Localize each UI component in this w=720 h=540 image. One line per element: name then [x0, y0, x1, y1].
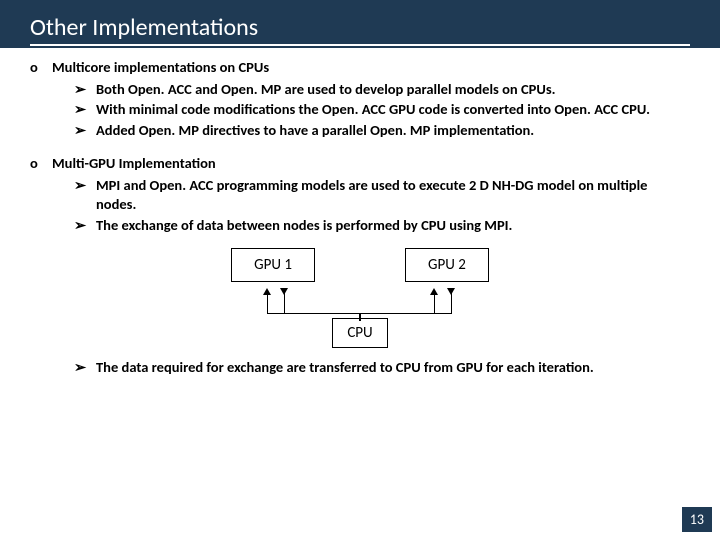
section-heading: Multicore implementations on CPUs [52, 58, 269, 78]
list-item: o Multicore implementations on CPUs [30, 58, 690, 78]
gpu1-box: GPU 1 [231, 248, 315, 282]
connector-line [359, 313, 361, 321]
connector-line [434, 294, 436, 314]
title-bar: Other Implementations [0, 0, 720, 48]
arrow-bullet-icon: ➢ [74, 80, 96, 100]
list-item: ➢ The exchange of data between nodes is … [74, 216, 690, 236]
item-text: With minimal code modifications the Open… [96, 100, 650, 120]
list-item: ➢ The data required for exchange are tra… [74, 358, 690, 378]
diagram-row: GPU 1 GPU 2 [231, 248, 489, 282]
arrow-bullet-icon: ➢ [74, 216, 96, 236]
slide-title: Other Implementations [30, 13, 690, 46]
arrow-bullet-icon: ➢ [74, 100, 96, 120]
connector-line [267, 294, 269, 314]
section-multicore: o Multicore implementations on CPUs ➢ Bo… [30, 58, 690, 140]
item-text: Both Open. ACC and Open. MP are used to … [96, 80, 555, 100]
gpu-cpu-diagram: GPU 1 GPU 2 CPU [30, 248, 690, 349]
item-text: The exchange of data between nodes is pe… [96, 216, 512, 236]
item-text: MPI and Open. ACC programming models are… [96, 176, 690, 215]
section-heading: Multi-GPU Implementation [52, 154, 216, 174]
gpu2-box: GPU 2 [405, 248, 489, 282]
bullet-circle-icon: o [30, 154, 52, 174]
list-item: ➢ With minimal code modifications the Op… [74, 100, 690, 120]
page-number: 13 [682, 507, 712, 532]
connector-line [451, 288, 453, 314]
diagram-connectors [230, 288, 490, 320]
connector-line [284, 288, 286, 314]
arrow-bullet-icon: ➢ [74, 121, 96, 141]
item-text: Added Open. MP directives to have a para… [96, 121, 534, 141]
arrow-bullet-icon: ➢ [74, 358, 96, 378]
list-item: ➢ Added Open. MP directives to have a pa… [74, 121, 690, 141]
arrow-bullet-icon: ➢ [74, 176, 96, 215]
section-multigpu: o Multi-GPU Implementation ➢ MPI and Ope… [30, 154, 690, 377]
item-text: The data required for exchange are trans… [96, 358, 594, 378]
slide-content: o Multicore implementations on CPUs ➢ Bo… [0, 48, 720, 378]
list-item: ➢ MPI and Open. ACC programming models a… [74, 176, 690, 215]
cpu-box: CPU [332, 318, 387, 348]
list-item: o Multi-GPU Implementation [30, 154, 690, 174]
bullet-circle-icon: o [30, 58, 52, 78]
list-item: ➢ Both Open. ACC and Open. MP are used t… [74, 80, 690, 100]
